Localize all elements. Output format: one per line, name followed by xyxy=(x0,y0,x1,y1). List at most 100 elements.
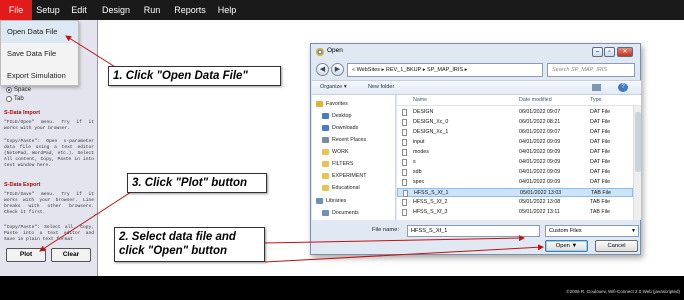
file-type-select[interactable]: Custom Files ▼ xyxy=(545,225,639,237)
file-icon xyxy=(402,159,407,166)
view-options-icon[interactable] xyxy=(592,84,601,91)
file-row[interactable]: DESIGN_Xc_1 06/01/2022 09:07 DAT File xyxy=(397,128,633,137)
nav-item[interactable]: Downloads xyxy=(322,125,358,131)
menu-run[interactable]: Run xyxy=(137,0,167,20)
dialog-toolbar: Organize ▾ New folder ? xyxy=(312,80,641,95)
column-type[interactable]: Type xyxy=(590,97,601,103)
nav-item[interactable]: WORK xyxy=(322,149,348,155)
file-row[interactable]: sdb 04/01/2022 09:09 DAT File xyxy=(397,168,633,177)
radio-tab[interactable]: Tab xyxy=(6,96,24,102)
menu-help[interactable]: Help xyxy=(212,0,242,20)
back-button[interactable]: ◀ xyxy=(316,63,329,76)
file-date: 05/01/2022 13:08 xyxy=(519,199,561,205)
plot-button[interactable]: Plot xyxy=(6,248,46,262)
file-icon xyxy=(402,109,407,116)
menu-edit[interactable]: Edit xyxy=(64,0,94,20)
footer-credit: ©2006 R. Goulouev, Wifi-Connect 2.0 Web … xyxy=(566,289,680,294)
nav-item[interactable]: Favorites xyxy=(316,101,348,107)
menu-file[interactable]: File xyxy=(0,0,32,20)
file-row[interactable]: HFSS_S_Xf_3 05/01/2022 13:11 TAB File xyxy=(397,208,633,217)
cancel-button[interactable]: Cancel xyxy=(595,240,638,252)
nav-item-label: Favorites xyxy=(326,101,348,107)
file-row[interactable]: spec 04/01/2022 09:09 DAT File xyxy=(397,178,633,187)
nav-item[interactable]: FILTERS xyxy=(322,161,353,167)
minimize-button[interactable]: – xyxy=(592,47,603,57)
file-row[interactable]: HFSS_S_Xf_1 05/01/2022 13:03 TAB File xyxy=(397,188,633,197)
downloads-icon xyxy=(322,125,329,131)
column-name[interactable]: Name xyxy=(413,97,427,103)
radio-tab-indicator[interactable] xyxy=(6,96,12,102)
scrollbar-thumb[interactable] xyxy=(635,112,641,172)
nav-item[interactable]: Documents xyxy=(322,210,359,216)
file-name-label: File name: xyxy=(372,227,400,233)
file-name: DESIGN xyxy=(413,109,434,115)
folder-icon xyxy=(322,173,329,179)
file-type: TAB File xyxy=(590,209,610,215)
column-date-modified[interactable]: Date modified xyxy=(519,97,552,103)
desktop-icon xyxy=(322,113,329,119)
file-type: TAB File xyxy=(590,199,610,205)
new-folder-button[interactable]: New folder xyxy=(368,81,394,94)
organize-button[interactable]: Organize ▾ xyxy=(320,81,347,94)
file-list: Name Date modified Type DESIGN 06/01/2022… xyxy=(397,95,641,220)
file-row[interactable]: HFSS_S_Xf_2 05/01/2022 13:08 TAB File xyxy=(397,198,633,207)
maximize-button[interactable]: ▫ xyxy=(604,47,615,57)
file-name: HFSS_S_Xf_1 xyxy=(414,190,449,196)
menu-item-open-data-file[interactable]: Open Data File xyxy=(1,21,78,43)
file-name-input[interactable]: HFSS_S_Xf_1 xyxy=(407,225,540,237)
navigation-row: ◀ ▶ « WebSites ▸ REV_1_BKUP ▸ SP_MAP_IRI… xyxy=(315,61,638,79)
nav-item[interactable]: Educational xyxy=(322,185,360,191)
address-bar[interactable]: « WebSites ▸ REV_1_BKUP ▸ SP_MAP_IRIS ▸ xyxy=(347,63,543,77)
file-type: DAT File xyxy=(590,169,611,175)
file-name: HFSS_S_Xf_3 xyxy=(413,209,448,215)
file-date: 04/01/2022 09:09 xyxy=(519,149,561,155)
dialog-bottom-bar: File name: HFSS_S_Xf_1 Custom Files ▼ Ope… xyxy=(312,221,641,255)
nav-item[interactable]: Desktop xyxy=(322,113,351,119)
forward-button[interactable]: ▶ xyxy=(331,63,344,76)
recent-places-icon xyxy=(322,137,329,143)
clear-button[interactable]: Clear xyxy=(51,248,91,262)
file-name: spec xyxy=(413,179,425,185)
close-button[interactable]: ✕ xyxy=(617,47,633,57)
help-icon[interactable]: ? xyxy=(618,83,628,92)
file-icon xyxy=(402,119,407,126)
file-type: DAT File xyxy=(590,119,611,125)
open-button[interactable]: Open ▼ xyxy=(545,240,588,252)
menu-item-export-simulation[interactable]: Export Simulation xyxy=(1,65,78,87)
file-row[interactable]: modes 04/01/2022 09:09 DAT File xyxy=(397,148,633,157)
menu-item-save-data-file[interactable]: Save Data File xyxy=(1,43,78,65)
vertical-scrollbar[interactable] xyxy=(633,106,641,220)
libraries-icon xyxy=(316,198,323,204)
open-button-label: Open xyxy=(555,243,570,249)
file-name: s xyxy=(413,159,416,165)
file-list-header: Name Date modified Type xyxy=(397,95,641,106)
file-dropdown-menu: Open Data File Save Data File Export Sim… xyxy=(0,20,79,86)
file-type: DAT File xyxy=(590,159,611,165)
browser-icon xyxy=(316,48,324,56)
nav-item[interactable]: EXPERIMENT xyxy=(322,173,366,179)
menu-setup[interactable]: Setup xyxy=(32,0,64,20)
import-text-copy: "Copy/Paste": Open s-parameter data file… xyxy=(4,139,94,168)
file-date: 06/01/2022 09:07 xyxy=(519,129,561,135)
file-type: DAT File xyxy=(590,149,611,155)
radio-tab-label: Tab xyxy=(14,96,24,102)
file-name: DESIGN_Xc_1 xyxy=(413,129,449,135)
file-row[interactable]: DESIGN 06/01/2022 09:07 DAT File xyxy=(397,108,633,117)
import-heading: S-Data Import xyxy=(4,110,41,116)
search-input[interactable]: Search SP_MAP_IRIS xyxy=(547,63,635,77)
file-row[interactable]: input 04/01/2022 09:09 DAT File xyxy=(397,138,633,147)
file-date: 04/01/2022 09:09 xyxy=(519,169,561,175)
file-row[interactable]: DESIGN_Xc_0 06/01/2022 08:21 DAT File xyxy=(397,118,633,127)
nav-item[interactable]: Libraries xyxy=(316,198,346,204)
menu-design[interactable]: Design xyxy=(97,0,135,20)
radio-space[interactable]: Space xyxy=(6,87,31,93)
menu-reports[interactable]: Reports xyxy=(170,0,210,20)
nav-item-label: Documents xyxy=(332,210,359,216)
callout-step-1: 1. Click "Open Data File" xyxy=(108,66,281,86)
documents-icon xyxy=(322,210,329,216)
nav-item[interactable]: Recent Places xyxy=(322,137,366,143)
folder-icon xyxy=(322,161,329,167)
file-row[interactable]: s 04/01/2022 09:09 DAT File xyxy=(397,158,633,167)
footer-bar: ©2006 R. Goulouev, Wifi-Connect 2.0 Web … xyxy=(0,276,684,300)
radio-space-indicator[interactable] xyxy=(6,87,12,93)
